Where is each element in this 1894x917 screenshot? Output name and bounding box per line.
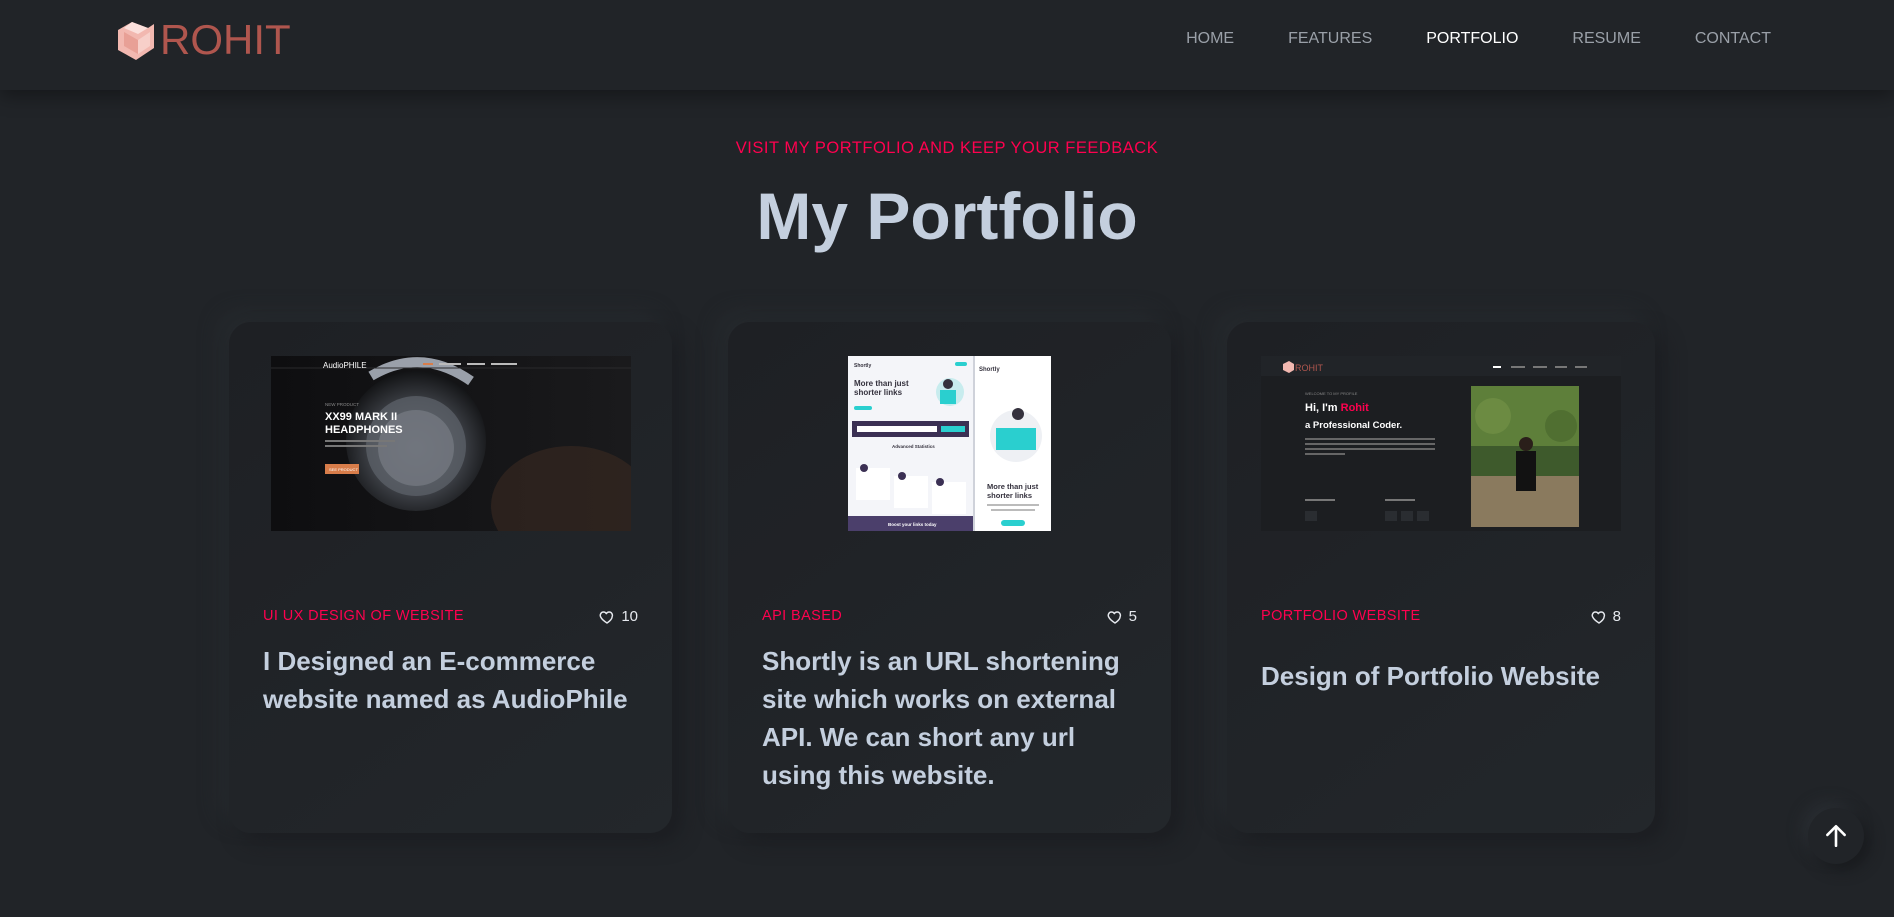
card-thumbnail[interactable]: Shortly More than just shorter links Adv… [848, 356, 1051, 531]
thumb-headline-2: shorter links [854, 388, 903, 397]
thumb-eyebrow: NEW PRODUCT [325, 402, 359, 407]
thumb-brand: ROHIT [1295, 363, 1324, 373]
thumb-greeting: Hi, I'm Rohit [1305, 402, 1369, 414]
arrow-up-icon [1826, 824, 1846, 848]
like-count-value: 5 [1128, 608, 1137, 625]
heart-icon [1591, 610, 1605, 624]
thumb-brand: AudioPHILE [323, 361, 367, 370]
nav-portfolio[interactable]: PORTFOLIO [1426, 29, 1518, 49]
thumb-headline-2: HEADPHONES [325, 424, 403, 436]
thumb-cta: SEE PRODUCT [329, 467, 358, 472]
main-nav: HOME FEATURES PORTFOLIO RESUME CONTACT [1186, 29, 1771, 49]
portfolio-card-shortly[interactable]: Shortly More than just shorter links Adv… [728, 322, 1171, 833]
scroll-to-top-button[interactable] [1808, 808, 1864, 864]
like-count[interactable]: 8 [1591, 608, 1621, 625]
portfolio-card-audiophile[interactable]: AudioPHILE NEW PRODUCT XX99 MARK II HEAD… [229, 322, 672, 833]
logo[interactable]: ROHIT [114, 18, 291, 62]
logo-mark-icon [118, 22, 154, 60]
thumb-headline-1: More than just [854, 379, 909, 388]
shortly-preview-image: Shortly More than just shorter links Adv… [848, 356, 1051, 531]
like-count-value: 10 [621, 608, 638, 625]
thumb-brand-mobile: Shortly [979, 367, 1000, 373]
card-thumbnail[interactable]: ROHIT WELCOME TO MY PROFILE Hi, I'm Rohi… [1261, 356, 1621, 531]
section-subtitle: VISIT MY PORTFOLIO AND KEEP YOUR FEEDBAC… [735, 139, 1159, 157]
nav-home[interactable]: HOME [1186, 29, 1234, 49]
thumb-footer: Boost your links today [888, 522, 937, 527]
like-count[interactable]: 5 [1107, 608, 1137, 625]
thumb-stats: Advanced Statistics [892, 444, 935, 449]
portfolio-preview-image: ROHIT WELCOME TO MY PROFILE Hi, I'm Rohi… [1261, 356, 1621, 531]
site-header: ROHIT HOME FEATURES PORTFOLIO RESUME CON… [0, 0, 1894, 90]
portfolio-card-portfolio-site[interactable]: ROHIT WELCOME TO MY PROFILE Hi, I'm Rohi… [1227, 322, 1655, 833]
audiophile-preview-image: AudioPHILE NEW PRODUCT XX99 MARK II HEAD… [271, 356, 631, 531]
like-count-value: 8 [1612, 608, 1621, 625]
thumb-brand: Shortly [854, 363, 871, 369]
card-category: API BASED [762, 608, 843, 624]
heart-icon [599, 610, 614, 624]
thumb-mobile-headline-1: More than just [987, 482, 1039, 491]
card-title[interactable]: Design of Portfolio Website [1261, 657, 1646, 695]
nav-resume[interactable]: RESUME [1572, 29, 1640, 49]
thumb-role: a Professional Coder. [1305, 420, 1402, 431]
logo-text: ROHIT [160, 16, 291, 63]
card-category: PORTFOLIO WEBSITE [1261, 608, 1421, 624]
card-thumbnail[interactable]: AudioPHILE NEW PRODUCT XX99 MARK II HEAD… [271, 356, 631, 531]
thumb-welcome: WELCOME TO MY PROFILE [1305, 391, 1358, 396]
card-category: UI UX DESIGN OF WEBSITE [263, 608, 464, 624]
card-title[interactable]: I Designed an E-commerce website named a… [263, 642, 648, 718]
section-title: My Portfolio [756, 179, 1138, 253]
card-title[interactable]: Shortly is an URL shortening site which … [762, 642, 1147, 794]
nav-features[interactable]: FEATURES [1288, 29, 1372, 49]
like-count[interactable]: 10 [599, 608, 638, 625]
thumb-mobile-headline-2: shorter links [987, 491, 1032, 500]
nav-contact[interactable]: CONTACT [1695, 29, 1771, 49]
thumb-headline-1: XX99 MARK II [325, 411, 397, 423]
heart-icon [1107, 610, 1121, 624]
